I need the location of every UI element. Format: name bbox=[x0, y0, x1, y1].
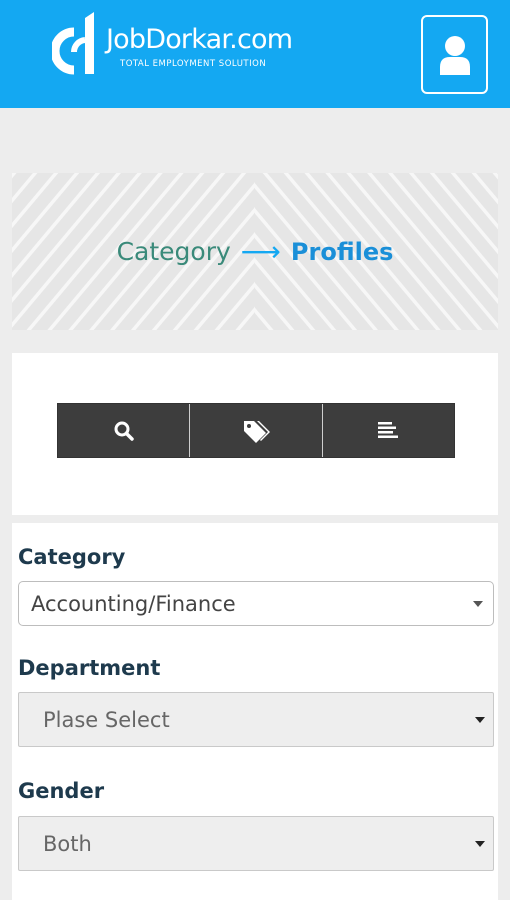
category-select-value: Accounting/Finance bbox=[31, 591, 236, 616]
gender-label: Gender bbox=[18, 779, 105, 803]
search-icon bbox=[114, 421, 134, 441]
brand-tagline: TOTAL EMPLOYMENT SOLUTION bbox=[120, 59, 267, 69]
chevron-down-icon bbox=[475, 840, 485, 847]
chevron-down-icon bbox=[475, 716, 485, 723]
brand-name: JobDorkar.com bbox=[106, 24, 293, 55]
gender-select[interactable]: Both bbox=[18, 816, 494, 871]
department-select[interactable]: Plase Select bbox=[18, 692, 494, 747]
filter-form: Category Accounting/Finance Department P… bbox=[12, 523, 498, 900]
breadcrumb-banner: Category ⟶ Profiles bbox=[12, 173, 498, 330]
user-icon bbox=[439, 35, 470, 75]
gender-select-value: Both bbox=[43, 831, 92, 856]
chevron-down-icon bbox=[473, 600, 483, 607]
search-button[interactable] bbox=[58, 404, 191, 457]
breadcrumb-arrow-icon: ⟶ bbox=[240, 236, 281, 267]
app-header: JobDorkar.com TOTAL EMPLOYMENT SOLUTION bbox=[0, 0, 510, 108]
user-account-button[interactable] bbox=[421, 15, 488, 94]
brand-logo[interactable]: JobDorkar.com TOTAL EMPLOYMENT SOLUTION bbox=[52, 10, 322, 76]
tool-button-group bbox=[57, 403, 455, 458]
category-label: Category bbox=[18, 545, 126, 569]
category-select[interactable]: Accounting/Finance bbox=[18, 581, 494, 626]
breadcrumb: Category ⟶ Profiles bbox=[12, 173, 498, 330]
department-label: Department bbox=[18, 656, 161, 680]
list-button[interactable] bbox=[322, 404, 454, 457]
department-select-value: Plase Select bbox=[43, 707, 170, 732]
logo-mark-icon bbox=[52, 12, 94, 75]
tool-panel bbox=[12, 353, 498, 515]
tags-button[interactable] bbox=[190, 404, 323, 457]
breadcrumb-category-link[interactable]: Category bbox=[117, 237, 231, 266]
list-icon bbox=[378, 421, 399, 438]
tags-icon bbox=[243, 420, 270, 443]
breadcrumb-current: Profiles bbox=[290, 237, 394, 266]
